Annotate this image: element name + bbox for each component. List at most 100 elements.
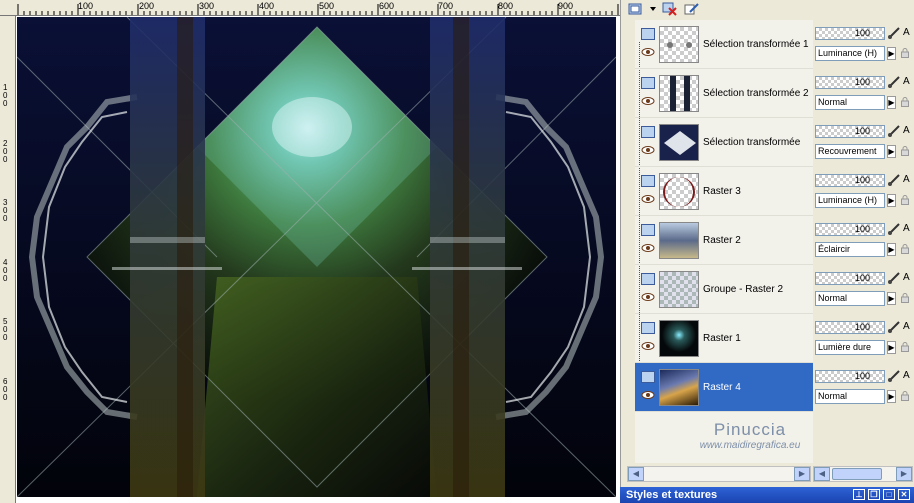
new-layer-button[interactable] [627,2,645,17]
opacity-slider[interactable]: 100 [815,272,885,285]
pin-icon: ⊥ [855,490,863,499]
layer-row[interactable]: Groupe - Raster 2 [635,265,815,314]
blend-mode-select[interactable]: Éclaircir [815,242,885,257]
new-layer-dropdown[interactable] [649,2,657,17]
visibility-eye-icon[interactable] [641,243,655,253]
layer-row[interactable]: Sélection transformée [635,118,815,167]
layer-list-scrollbar[interactable]: ◀ ▶ [627,466,811,482]
layer-letter: A [903,174,910,185]
blend-mode-dropdown[interactable]: ▶ [887,194,896,207]
visibility-eye-icon[interactable] [641,96,655,106]
restore-icon: ❐ [870,490,878,499]
canvas-image[interactable] [17,17,616,497]
maximize-button[interactable]: □ [883,489,895,500]
edit-brush-icon[interactable] [887,124,901,138]
lock-icon[interactable] [901,391,909,401]
visibility-eye-icon[interactable] [641,341,655,351]
layer-name: Raster 2 [703,235,741,246]
opacity-slider[interactable]: 100 [815,174,885,187]
lock-icon[interactable] [901,244,909,254]
opacity-slider[interactable]: 100 [815,76,885,89]
blend-mode-select[interactable]: Luminance (H) [815,46,885,61]
maximize-icon: □ [886,490,892,499]
lock-icon[interactable] [901,195,909,205]
layer-thumbnail [659,26,699,63]
blend-mode-select[interactable]: Lumière dure [815,340,885,355]
pin-button[interactable]: ⊥ [853,489,865,500]
scroll-right-button[interactable]: ▶ [794,467,810,481]
layer-letter: A [903,272,910,283]
opacity-slider[interactable]: 100 [815,223,885,236]
opacity-slider[interactable]: 100 [815,370,885,383]
layer-row[interactable]: Raster 2 [635,216,815,265]
edit-brush-icon[interactable] [887,320,901,334]
opacity-value: 100 [854,371,870,381]
ruler-label: 5 0 0 [3,317,8,342]
lock-icon[interactable] [901,48,909,58]
opacity-slider[interactable]: 100 [815,321,885,334]
lock-icon[interactable] [901,342,909,352]
edit-brush-icon[interactable] [887,222,901,236]
blend-mode-dropdown[interactable]: ▶ [887,47,896,60]
layer-row[interactable]: Sélection transformée 2 [635,69,815,118]
blend-mode-dropdown[interactable]: ▶ [887,292,896,305]
ruler-label: 700 [438,1,454,11]
styles-panel-titlebar[interactable]: Styles et textures ⊥ ❐ □ ✕ [620,487,914,503]
layer-properties-row: 100 A Lumière dure ▶ [813,314,914,363]
opacity-value: 100 [854,224,870,234]
visibility-eye-icon[interactable] [641,292,655,302]
visibility-eye-icon[interactable] [641,194,655,204]
layer-row[interactable]: Raster 1 [635,314,815,363]
layer-properties-row: 100 A Luminance (H) ▶ [813,20,914,69]
layer-properties-row: 100 A Normal ▶ [813,265,914,314]
visibility-eye-icon[interactable] [641,390,655,400]
edit-brush-icon[interactable] [887,75,901,89]
visibility-eye-icon[interactable] [641,47,655,57]
blend-mode-select[interactable]: Normal [815,95,885,110]
blend-mode-dropdown[interactable]: ▶ [887,96,896,109]
restore-button[interactable]: ❐ [868,489,880,500]
layer-name: Raster 1 [703,333,741,344]
lock-icon[interactable] [901,146,909,156]
blend-mode-dropdown[interactable]: ▶ [887,341,896,354]
ruler-label: 200 [139,1,155,11]
layer-name: Raster 3 [703,186,741,197]
layer-properties-row: 100 A Éclaircir ▶ [813,216,914,265]
layer-letter: A [903,321,910,332]
scroll-left-button[interactable]: ◀ [814,467,830,481]
edit-brush-icon[interactable] [887,369,901,383]
blend-mode-dropdown[interactable]: ▶ [887,145,896,158]
watermark-url: www.maidiregrafica.eu [699,440,801,451]
close-button[interactable]: ✕ [898,489,910,500]
visibility-eye-icon[interactable] [641,145,655,155]
layer-row[interactable]: Raster 3 [635,167,815,216]
layer-row[interactable]: Raster 4 [635,363,815,412]
properties-scrollbar[interactable]: ◀ ▶ [813,466,913,482]
layer-letter: A [903,370,910,381]
scroll-right-button[interactable]: ▶ [896,467,912,481]
delete-layer-button[interactable] [661,2,679,17]
opacity-slider[interactable]: 100 [815,27,885,40]
edit-brush-icon[interactable] [887,26,901,40]
new-layer-icon [628,3,642,15]
edit-brush-icon[interactable] [887,271,901,285]
scrollbar-thumb[interactable] [832,468,882,480]
opacity-slider[interactable]: 100 [815,125,885,138]
blend-mode-select[interactable]: Luminance (H) [815,193,885,208]
lock-icon[interactable] [901,97,909,107]
edit-layer-button[interactable] [683,2,701,17]
layer-row[interactable]: Sélection transformée 1 [635,20,815,69]
layer-thumbnail [659,222,699,259]
lock-icon[interactable] [901,293,909,303]
blend-mode-dropdown[interactable]: ▶ [887,243,896,256]
canvas-area[interactable]: 100 200 300 400 500 600 700 800 900 1 0 … [0,0,620,503]
blend-mode-select[interactable]: Normal [815,389,885,404]
blend-mode-select[interactable]: Recouvrement [815,144,885,159]
raster-layer-icon [641,224,655,236]
styles-panel-title: Styles et textures [626,489,718,501]
edit-brush-icon[interactable] [887,173,901,187]
blend-mode-select[interactable]: Normal [815,291,885,306]
blend-mode-dropdown[interactable]: ▶ [887,390,896,403]
opacity-value: 100 [854,175,870,185]
scroll-left-button[interactable]: ◀ [628,467,644,481]
